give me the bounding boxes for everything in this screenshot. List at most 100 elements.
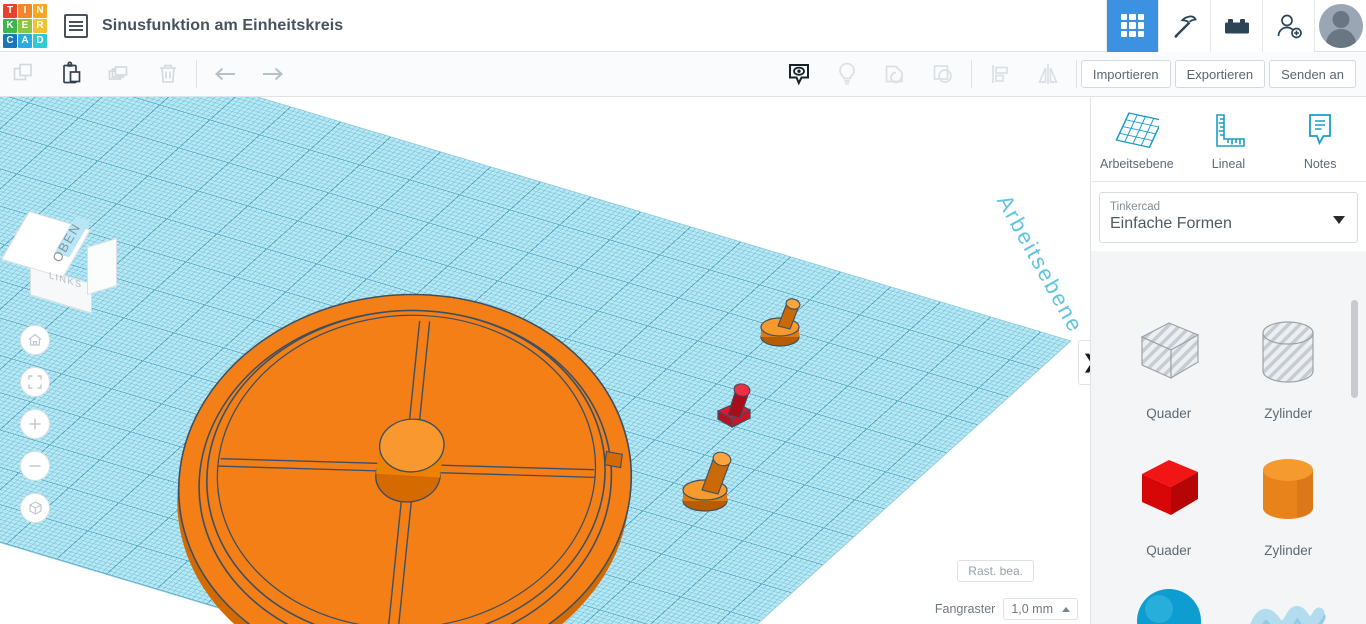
main-toolbar: Importieren Exportieren Senden an: [0, 52, 1366, 97]
solid-cylinder-thumb: [1240, 441, 1336, 537]
redo-icon[interactable]: [249, 52, 297, 97]
note-icon[interactable]: [775, 52, 823, 97]
pickaxe-icon[interactable]: [1158, 0, 1210, 52]
hole-box-thumb: [1121, 304, 1217, 400]
chevron-down-icon: [1333, 215, 1345, 224]
toolbar-divider-3: [1075, 60, 1077, 88]
edit-grid-button[interactable]: Rast. bea.: [957, 560, 1034, 582]
tinkercad-app: TIN KER CAD Sinusfunktion am Einheitskreis: [0, 0, 1366, 624]
shape-label: Zylinder: [1264, 543, 1313, 558]
shape-item-hole-cylinder[interactable]: Zylinder: [1229, 304, 1349, 421]
ruler-tool[interactable]: Lineal: [1186, 111, 1270, 171]
panel-scrollbar-thumb[interactable]: [1351, 300, 1358, 398]
list-icon[interactable]: [64, 13, 88, 38]
lego-brick-icon[interactable]: [1210, 0, 1262, 52]
header-actions: [1106, 0, 1366, 52]
solid-box-thumb: [1121, 441, 1217, 537]
shape-library-list[interactable]: Quader Zylinder Quader Zylinder: [1091, 292, 1366, 624]
chevron-up-icon: [1062, 606, 1070, 612]
logo-tile-a: A: [18, 33, 32, 48]
shape-item-hole-box[interactable]: Quader: [1109, 304, 1229, 421]
shape-item-solid-cylinder[interactable]: Zylinder: [1229, 441, 1349, 558]
snap-grid-label: Fangraster: [934, 602, 996, 616]
right-panel: Arbeitsebene Lineal Notes Tinkercad Einf…: [1090, 97, 1366, 624]
ungroup-icon[interactable]: [919, 52, 967, 97]
page-title: Sinusfunktion am Einheitskreis: [102, 16, 344, 34]
snap-grid-value: 1,0 mm: [1011, 602, 1053, 616]
view-cube[interactable]: OBEN LINKS: [1, 209, 117, 314]
shape-item-solid-sphere[interactable]: [1109, 578, 1229, 624]
avatar-image: [1318, 3, 1363, 48]
shape-grid: Quader Zylinder Quader Zylinder: [1091, 304, 1366, 624]
snap-grid-select[interactable]: 1,0 mm: [1003, 598, 1078, 620]
app-header: TIN KER CAD Sinusfunktion am Einheitskreis: [0, 0, 1366, 52]
export-button[interactable]: Exportieren: [1174, 60, 1266, 88]
shape-item-solid-box[interactable]: Quader: [1109, 441, 1229, 558]
toolbar-divider: [196, 60, 197, 88]
panel-scrollbar-track[interactable]: [1351, 292, 1362, 624]
zoom-in-button[interactable]: [20, 409, 50, 439]
workplane-label: Arbeitsebene: [992, 190, 1089, 338]
workplane-tool[interactable]: Arbeitsebene: [1095, 111, 1179, 171]
add-person-icon[interactable]: [1262, 0, 1314, 52]
library-sublabel: Tinkercad: [1110, 201, 1161, 213]
shape-tools: [775, 52, 1072, 97]
note-bubble-icon: [1309, 114, 1332, 146]
library-value: Einfache Formen: [1110, 215, 1232, 232]
copy-icon[interactable]: [0, 52, 48, 97]
avatar[interactable]: [1314, 0, 1366, 52]
workplane-tool-label: Arbeitsebene: [1099, 157, 1174, 171]
orange-wheel[interactable]: [165, 265, 645, 624]
group-icon[interactable]: [871, 52, 919, 97]
shape-library-select[interactable]: Tinkercad Einfache Formen: [1099, 192, 1358, 243]
library-select-wrap: Tinkercad Einfache Formen: [1091, 182, 1366, 251]
workplane-grid-icon: [1115, 112, 1159, 149]
logo-tile-d: D: [33, 33, 47, 48]
logo-tile-t: T: [3, 3, 17, 18]
shape-label: Quader: [1146, 543, 1192, 558]
orange-pin-bottom[interactable]: [680, 447, 744, 513]
logo-tile-r: R: [33, 18, 47, 33]
tinkercad-logo[interactable]: TIN KER CAD: [2, 3, 48, 49]
logo-tile-c: C: [3, 33, 17, 48]
red-pin[interactable]: [706, 375, 766, 437]
logo-tile-e: E: [18, 18, 32, 33]
grid-icon[interactable]: [1106, 0, 1158, 52]
ruler-tool-label: Lineal: [1211, 157, 1246, 171]
perspective-toggle-button[interactable]: [20, 493, 50, 523]
orange-pin-top[interactable]: [758, 293, 814, 351]
snap-grid-control: Fangraster 1,0 mm: [935, 598, 1078, 620]
align-icon[interactable]: [976, 52, 1024, 97]
ruler-icon: [1216, 114, 1246, 147]
fit-view-button[interactable]: [20, 367, 50, 397]
notes-tool[interactable]: Notes: [1278, 111, 1362, 171]
view-cube-right-face[interactable]: [87, 238, 117, 295]
delete-icon[interactable]: [144, 52, 192, 97]
solid-sphere-thumb: [1121, 578, 1217, 624]
paste-icon[interactable]: [48, 52, 96, 97]
notes-tool-label: Notes: [1303, 157, 1337, 171]
shape-label: Quader: [1146, 406, 1192, 421]
logo-tile-i: I: [18, 3, 32, 18]
design-viewport[interactable]: Arbeitsebene OBEN LINKS Rast. bea. Fangr…: [0, 97, 1090, 624]
logo-tile-k: K: [3, 18, 17, 33]
scribble-shape-thumb: [1240, 578, 1336, 624]
lightbulb-icon[interactable]: [823, 52, 871, 97]
shape-item-scribble[interactable]: [1229, 578, 1349, 624]
toolbar-divider-2: [970, 60, 972, 88]
viewport-nav-controls: [20, 325, 50, 535]
duplicate-icon[interactable]: [96, 52, 144, 97]
edit-tools: [0, 52, 192, 97]
mirror-icon[interactable]: [1024, 52, 1072, 97]
send-to-button[interactable]: Senden an: [1269, 60, 1356, 88]
panel-tools: Arbeitsebene Lineal Notes: [1091, 97, 1366, 182]
home-view-button[interactable]: [20, 325, 50, 355]
grid-glyph: [1120, 13, 1145, 38]
logo-tile-n: N: [33, 3, 47, 18]
import-button[interactable]: Importieren: [1080, 60, 1171, 88]
history-tools: [201, 52, 297, 97]
zoom-out-button[interactable]: [20, 451, 50, 481]
shape-label: Zylinder: [1264, 406, 1313, 421]
undo-icon[interactable]: [201, 52, 249, 97]
hole-cylinder-thumb: [1240, 304, 1336, 400]
